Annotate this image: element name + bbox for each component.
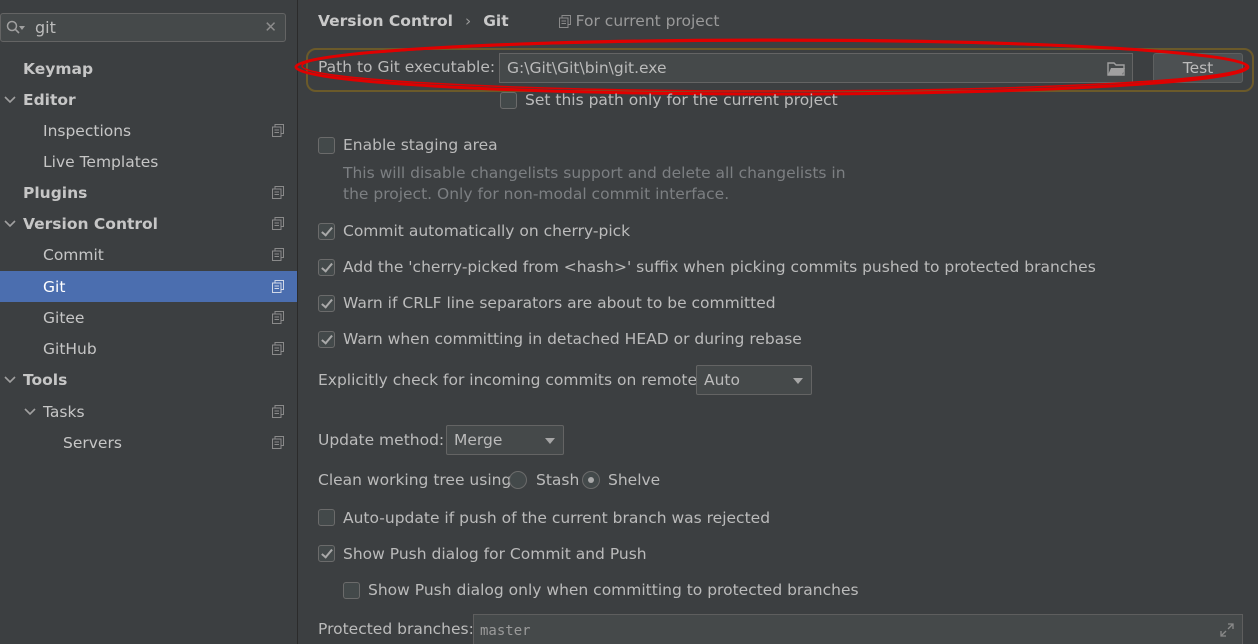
settings-content-panel: Version Control › Git For current projec… bbox=[294, 0, 1258, 644]
incoming-commits-label: Explicitly check for incoming commits on… bbox=[318, 371, 711, 389]
sidebar-item-gitee[interactable]: Gitee bbox=[0, 302, 297, 333]
push-dialog-protected-only-label: Show Push dialog only when committing to… bbox=[368, 581, 859, 599]
dropdown-arrow-icon bbox=[545, 438, 555, 444]
update-method-select[interactable]: Merge bbox=[446, 425, 564, 455]
project-scope-icon bbox=[272, 311, 284, 324]
sidebar-item-keymap[interactable]: Keymap bbox=[0, 53, 297, 84]
incoming-commits-value: Auto bbox=[704, 371, 740, 389]
chevron-down-icon[interactable] bbox=[3, 373, 17, 387]
project-scope-icon bbox=[272, 280, 284, 293]
breadcrumb-parent[interactable]: Version Control bbox=[318, 12, 453, 30]
sidebar-item-label: Editor bbox=[23, 90, 76, 109]
scope-label: For current project bbox=[575, 12, 720, 30]
cherry-suffix-label: Add the 'cherry-picked from <hash>' suff… bbox=[343, 258, 1096, 276]
sidebar-item-commit[interactable]: Commit bbox=[0, 239, 297, 270]
protected-branches-field[interactable] bbox=[473, 614, 1243, 644]
enable-staging-label: Enable staging area bbox=[343, 136, 498, 154]
detached-head-warning-label: Warn when committing in detached HEAD or… bbox=[343, 330, 802, 348]
git-path-label: Path to Git executable: bbox=[318, 58, 496, 76]
only-current-project-label: Set this path only for the current proje… bbox=[525, 91, 838, 109]
sidebar-item-inspections[interactable]: Inspections bbox=[0, 115, 297, 146]
project-scope-icon bbox=[272, 248, 284, 261]
project-scope-icon bbox=[272, 186, 284, 199]
chevron-down-icon[interactable] bbox=[3, 217, 17, 231]
show-push-dialog-label: Show Push dialog for Commit and Push bbox=[343, 545, 647, 563]
breadcrumb: Version Control › Git For current projec… bbox=[318, 10, 719, 32]
protected-branches-label: Protected branches: bbox=[318, 620, 474, 638]
clean-tree-label: Clean working tree using: bbox=[318, 471, 517, 489]
sidebar-item-label: GitHub bbox=[43, 339, 97, 358]
expand-icon[interactable] bbox=[1220, 623, 1234, 637]
show-push-dialog-checkbox[interactable] bbox=[318, 545, 335, 562]
project-scope-icon bbox=[558, 14, 571, 28]
sidebar-item-version-control[interactable]: Version Control bbox=[0, 208, 297, 239]
project-scope-icon bbox=[272, 436, 284, 449]
cherry-pick-commit-label: Commit automatically on cherry-pick bbox=[343, 222, 631, 240]
git-path-input[interactable] bbox=[507, 57, 1087, 79]
sidebar-item-label: Commit bbox=[43, 245, 104, 264]
auto-update-checkbox[interactable] bbox=[318, 509, 335, 526]
git-path-field[interactable] bbox=[499, 53, 1133, 83]
protected-branches-input[interactable] bbox=[480, 621, 1180, 641]
sidebar-item-label: Inspections bbox=[43, 121, 132, 140]
update-method-label: Update method: bbox=[318, 431, 445, 449]
test-button[interactable]: Test bbox=[1153, 53, 1243, 83]
only-current-project-checkbox[interactable] bbox=[500, 92, 517, 109]
crlf-warning-checkbox[interactable] bbox=[318, 295, 335, 312]
sidebar-item-label: Tools bbox=[23, 370, 68, 389]
chevron-down-icon[interactable] bbox=[3, 93, 17, 107]
cherry-suffix-checkbox[interactable] bbox=[318, 259, 335, 276]
enable-staging-checkbox[interactable] bbox=[318, 137, 335, 154]
staging-description-line2: the project. Only for non-modal commit i… bbox=[343, 185, 730, 203]
sidebar-item-servers[interactable]: Servers bbox=[0, 427, 297, 458]
cherry-pick-commit-checkbox[interactable] bbox=[318, 223, 335, 240]
push-dialog-protected-only-checkbox[interactable] bbox=[343, 582, 360, 599]
sidebar-item-label: Plugins bbox=[23, 183, 88, 202]
dropdown-arrow-icon bbox=[793, 378, 803, 384]
sidebar-item-git[interactable]: Git bbox=[0, 271, 297, 302]
sidebar-item-github[interactable]: GitHub bbox=[0, 333, 297, 364]
auto-update-label: Auto-update if push of the current branc… bbox=[343, 509, 771, 527]
project-scope-icon bbox=[272, 405, 284, 418]
breadcrumb-current: Git bbox=[483, 12, 509, 30]
search-input[interactable] bbox=[35, 16, 255, 39]
sidebar-item-editor[interactable]: Editor bbox=[0, 84, 297, 115]
search-history-dropdown-icon[interactable] bbox=[19, 26, 25, 30]
crlf-warning-label: Warn if CRLF line separators are about t… bbox=[343, 294, 776, 312]
detached-head-warning-checkbox[interactable] bbox=[318, 331, 335, 348]
settings-sidebar: ✕ Keymap Editor Inspections Live Templat… bbox=[0, 0, 298, 644]
search-icon bbox=[6, 20, 20, 34]
sidebar-item-label: Live Templates bbox=[43, 152, 159, 171]
stash-label: Stash bbox=[536, 471, 580, 489]
sidebar-item-label: Keymap bbox=[23, 59, 94, 78]
chevron-down-icon[interactable] bbox=[23, 405, 37, 419]
project-scope-icon bbox=[272, 124, 284, 137]
staging-description-line1: This will disable changelists support an… bbox=[343, 164, 846, 182]
sidebar-item-tools[interactable]: Tools bbox=[0, 364, 297, 395]
sidebar-item-plugins[interactable]: Plugins bbox=[0, 177, 297, 208]
close-icon[interactable]: ✕ bbox=[264, 18, 277, 36]
project-scope-icon bbox=[272, 217, 284, 230]
project-scope-icon bbox=[272, 342, 284, 355]
update-method-value: Merge bbox=[454, 431, 503, 449]
sidebar-item-label: Gitee bbox=[43, 308, 85, 327]
sidebar-item-tasks[interactable]: Tasks bbox=[0, 396, 297, 427]
scope-note: For current project bbox=[558, 12, 720, 30]
sidebar-item-live-templates[interactable]: Live Templates bbox=[0, 146, 297, 177]
sidebar-item-label: Servers bbox=[63, 433, 122, 452]
stash-radio[interactable] bbox=[509, 471, 527, 489]
sidebar-item-label: Git bbox=[43, 277, 66, 296]
sidebar-item-label: Version Control bbox=[23, 214, 158, 233]
settings-search-field[interactable]: ✕ bbox=[0, 13, 286, 42]
sidebar-item-label: Tasks bbox=[43, 402, 85, 421]
shelve-radio[interactable] bbox=[582, 471, 600, 489]
incoming-commits-select[interactable]: Auto bbox=[696, 365, 812, 395]
folder-icon[interactable] bbox=[1107, 60, 1125, 76]
shelve-label: Shelve bbox=[608, 471, 661, 489]
breadcrumb-separator: › bbox=[465, 12, 472, 30]
